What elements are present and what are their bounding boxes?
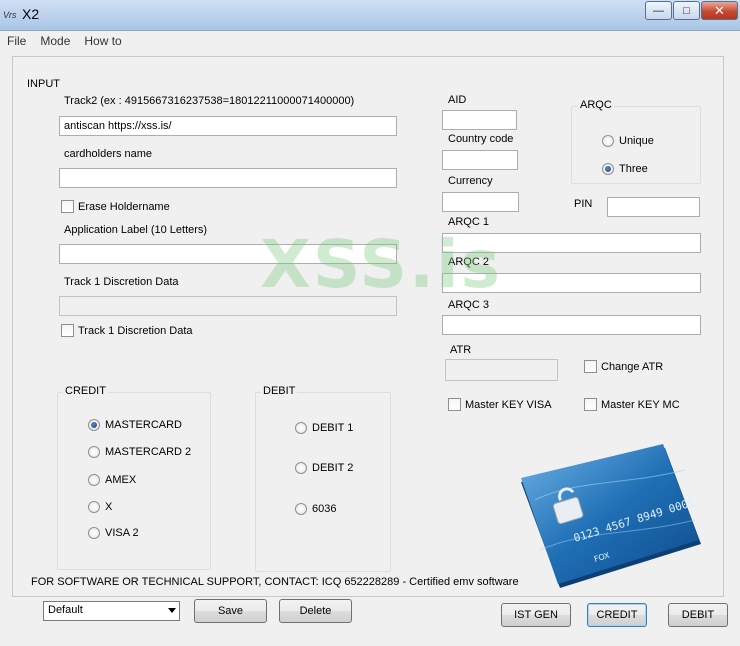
debit-option-label: DEBIT 1 xyxy=(312,422,354,434)
checkbox-box xyxy=(61,324,74,337)
radio-dot xyxy=(295,503,307,515)
checkbox-box xyxy=(584,360,597,373)
radio-dot xyxy=(602,163,614,175)
credit-option-label: MASTERCARD xyxy=(105,419,183,431)
window-title: X2 xyxy=(22,6,40,22)
ist-gen-button[interactable]: IST GEN xyxy=(501,603,571,627)
pin-label: PIN xyxy=(574,198,593,210)
radio-dot xyxy=(88,446,100,458)
checkbox-box xyxy=(448,398,461,411)
master-key-mc-label: Master KEY MC xyxy=(601,398,680,411)
radio-dot xyxy=(295,422,307,434)
erase-holdername-checkbox[interactable]: Erase Holdername xyxy=(61,200,170,213)
credit-radio-amex[interactable]: AMEX xyxy=(88,474,136,486)
input-group-title: INPUT xyxy=(27,78,60,90)
erase-holdername-label: Erase Holdername xyxy=(78,200,170,213)
currency-label: Currency xyxy=(448,175,493,187)
debit-option-label: DEBIT 2 xyxy=(312,462,354,474)
support-text: FOR SOFTWARE OR TECHNICAL SUPPORT, CONTA… xyxy=(31,576,519,588)
track2-label: Track2 (ex : 4915667316237538=1801221100… xyxy=(64,95,355,107)
profile-select[interactable]: Default xyxy=(43,601,180,621)
menu-mode[interactable]: Mode xyxy=(40,34,70,48)
credit-option-label: X xyxy=(105,501,113,513)
debit-radio-debit-1[interactable]: DEBIT 1 xyxy=(295,422,353,434)
debit-radio-debit-2[interactable]: DEBIT 2 xyxy=(295,462,353,474)
track1-disc-checkbox[interactable]: Track 1 Discretion Data xyxy=(61,324,193,337)
close-icon: ✕ xyxy=(714,2,725,18)
debit-group: DEBIT xyxy=(255,385,391,572)
checkbox-box xyxy=(61,200,74,213)
radio-dot xyxy=(88,419,100,431)
app-label-label: Application Label (10 Letters) xyxy=(64,224,208,236)
atr-label: ATR xyxy=(450,344,472,356)
radio-dot xyxy=(88,474,100,486)
credit-option-label: AMEX xyxy=(105,474,137,486)
title-bar[interactable]: Vrs X2 — □ ✕ xyxy=(0,0,740,31)
arqc-group-title: ARQC xyxy=(578,99,614,111)
menu-bar: File Mode How to xyxy=(0,31,740,50)
debit-button[interactable]: DEBIT xyxy=(668,603,728,627)
arqc-option-label: Unique xyxy=(619,135,654,147)
master-key-mc-checkbox[interactable]: Master KEY MC xyxy=(584,398,680,411)
credit-radio-mastercard-2[interactable]: MASTERCARD 2 xyxy=(88,446,191,458)
watermark: XSS.is xyxy=(260,226,502,303)
profile-select-value: Default xyxy=(48,604,83,616)
debit-group-title: DEBIT xyxy=(261,385,298,397)
credit-button[interactable]: CREDIT xyxy=(587,603,647,627)
aid-label: AID xyxy=(448,94,467,106)
master-key-visa-label: Master KEY VISA xyxy=(465,398,552,411)
master-key-visa-checkbox[interactable]: Master KEY VISA xyxy=(448,398,552,411)
arqc-radio-unique[interactable]: Unique xyxy=(602,135,654,147)
debit-radio-6036[interactable]: 6036 xyxy=(295,503,336,515)
menu-file[interactable]: File xyxy=(7,34,26,48)
debit-option-label: 6036 xyxy=(312,503,337,515)
credit-option-label: MASTERCARD 2 xyxy=(105,446,192,458)
main-window: Vrs X2 — □ ✕ File Mode How to INPUT Trac… xyxy=(0,0,740,646)
credit-group-title: CREDIT xyxy=(63,385,108,397)
credit-card-image: 0123 4567 8949 0000 FOX xyxy=(521,444,701,588)
track1-disc-check-label: Track 1 Discretion Data xyxy=(78,324,193,337)
maximize-button[interactable]: □ xyxy=(673,1,700,20)
menu-how-to[interactable]: How to xyxy=(84,34,121,48)
minimize-button[interactable]: — xyxy=(645,1,672,20)
currency-input[interactable] xyxy=(442,192,519,212)
cardholder-label: cardholders name xyxy=(64,148,153,160)
track2-input[interactable] xyxy=(59,116,397,136)
credit-option-label: VISA 2 xyxy=(105,527,139,539)
minimize-icon: — xyxy=(653,4,664,17)
radio-dot xyxy=(602,135,614,147)
arqc-radio-three[interactable]: Three xyxy=(602,163,648,175)
change-atr-checkbox[interactable]: Change ATR xyxy=(584,360,663,373)
credit-radio-visa-2[interactable]: VISA 2 xyxy=(88,527,139,539)
arqc3-input[interactable] xyxy=(442,315,701,335)
arqc-option-label: Three xyxy=(619,163,648,175)
checkbox-box xyxy=(584,398,597,411)
country-code-label: Country code xyxy=(448,133,514,145)
maximize-icon: □ xyxy=(683,4,690,17)
country-code-input[interactable] xyxy=(442,150,518,170)
pin-input[interactable] xyxy=(607,197,700,217)
track1-disc-label: Track 1 Discretion Data xyxy=(64,276,179,288)
credit-radio-x[interactable]: X xyxy=(88,501,112,513)
delete-button[interactable]: Delete xyxy=(279,599,352,623)
radio-dot xyxy=(295,462,307,474)
change-atr-label: Change ATR xyxy=(601,360,664,373)
app-icon: Vrs xyxy=(3,10,17,20)
credit-radio-mastercard[interactable]: MASTERCARD xyxy=(88,419,182,431)
aid-input[interactable] xyxy=(442,110,517,130)
radio-dot xyxy=(88,501,100,513)
atr-input[interactable] xyxy=(445,359,558,381)
cardholder-input[interactable] xyxy=(59,168,397,188)
save-button[interactable]: Save xyxy=(194,599,267,623)
close-button[interactable]: ✕ xyxy=(701,1,738,20)
radio-dot xyxy=(88,527,100,539)
chevron-down-icon xyxy=(168,608,176,613)
